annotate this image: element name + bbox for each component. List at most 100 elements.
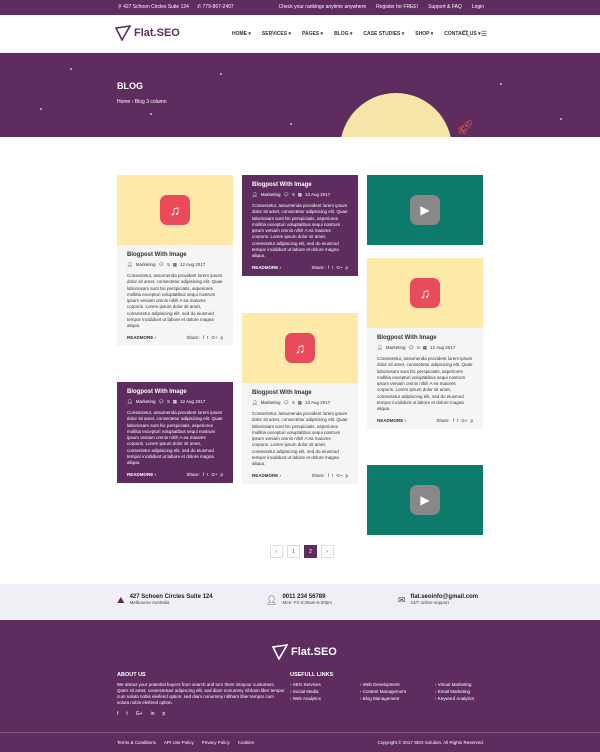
breadcrumb: Home › Blog 3 column bbox=[117, 99, 167, 105]
footer-link[interactable]: › Email Marketing bbox=[435, 689, 485, 694]
blog-card: ▶ bbox=[367, 465, 483, 535]
card-image[interactable]: ▶ bbox=[367, 175, 483, 245]
footer-cookies-link[interactable]: Cookies bbox=[238, 740, 254, 745]
googleplus-icon[interactable]: G+ bbox=[211, 335, 217, 340]
readmore-link[interactable]: READMORE › bbox=[252, 265, 281, 270]
facebook-icon[interactable]: f bbox=[328, 473, 329, 478]
pinterest-icon[interactable]: p bbox=[345, 473, 348, 478]
card-title[interactable]: Blogpost With Image bbox=[127, 389, 223, 395]
topbar-link-login[interactable]: Login bbox=[472, 4, 484, 10]
topbar-link-support[interactable]: Support & FAQ bbox=[428, 4, 462, 10]
footer-link[interactable]: › Blog Management bbox=[360, 696, 435, 701]
nav-blog[interactable]: BLOG ▾ bbox=[334, 31, 352, 37]
footer-api-link[interactable]: API Use Policy bbox=[164, 740, 194, 745]
footer-link[interactable]: › Web Development bbox=[360, 682, 435, 687]
footer-link[interactable]: › Virtual Marketing bbox=[435, 682, 485, 687]
copyright: Copyright © 2017 SEO Solution. All Right… bbox=[377, 740, 484, 745]
pagination-page-1[interactable]: 1 bbox=[287, 545, 300, 558]
card-image[interactable]: ♫ bbox=[117, 175, 233, 245]
card-image[interactable]: ▶ bbox=[367, 465, 483, 535]
nav-home[interactable]: HOME ▾ bbox=[232, 31, 251, 37]
footer-links: USEFULL LINKS › SEO Services › Web Devel… bbox=[290, 672, 485, 701]
card-title[interactable]: Blogpost With Image bbox=[252, 390, 348, 396]
footer-link[interactable]: › Keyword Analytics bbox=[435, 696, 485, 701]
topbar-link-register[interactable]: Register for FREE! bbox=[376, 4, 418, 10]
nav-case-studies[interactable]: CASE STUDIES ▾ bbox=[363, 31, 404, 37]
card-meta: 👤︎ Marketing 💬︎ 5 ▦ 12 Aug 2017 bbox=[252, 400, 331, 405]
user-icon: 👤︎ bbox=[127, 399, 133, 404]
calendar-icon: ▦ bbox=[422, 345, 427, 350]
readmore-link[interactable]: READMORE › bbox=[252, 473, 281, 478]
card-excerpt: Consectetur, assumenda provident lorem i… bbox=[252, 411, 348, 467]
footer-logo[interactable]: Flat.SEO bbox=[272, 644, 337, 660]
pagination-next[interactable]: › bbox=[321, 545, 334, 558]
footer-about-text: We attract your potential buyers from se… bbox=[117, 682, 285, 705]
pagination-prev[interactable]: ‹ bbox=[270, 545, 283, 558]
card-title[interactable]: Blogpost With Image bbox=[377, 335, 473, 341]
linkedin-icon[interactable]: in bbox=[151, 711, 155, 717]
footer-privacy-link[interactable]: Privacy Policy bbox=[202, 740, 230, 745]
site-logo[interactable]: Flat.SEO bbox=[115, 25, 180, 41]
twitter-icon[interactable]: t bbox=[126, 711, 127, 717]
readmore-link[interactable]: READMORE › bbox=[127, 335, 156, 340]
facebook-icon[interactable]: f bbox=[203, 472, 204, 477]
nav-shop[interactable]: SHOP ▾ bbox=[415, 31, 433, 37]
footer-terms-link[interactable]: Terms & Conditions bbox=[117, 740, 156, 745]
footer-about-title: ABOUT US bbox=[117, 672, 146, 678]
card-title[interactable]: Blogpost With Image bbox=[127, 252, 223, 258]
twitter-icon[interactable]: t bbox=[457, 418, 458, 423]
googleplus-icon[interactable]: G+ bbox=[336, 473, 342, 478]
comment-icon: 💬︎ bbox=[283, 192, 290, 197]
main-header: Flat.SEO HOME ▾ SERVICES ▾ PAGES ▾ BLOG … bbox=[0, 15, 600, 53]
twitter-icon[interactable]: t bbox=[332, 473, 333, 478]
footer-link[interactable]: › Social Media bbox=[290, 689, 360, 694]
breadcrumb-home[interactable]: Home bbox=[117, 99, 130, 105]
topbar-link-rankings[interactable]: Check your rankings anytime anywhere bbox=[279, 4, 367, 10]
twitter-icon[interactable]: t bbox=[207, 335, 208, 340]
pagination-page-2[interactable]: 2 bbox=[304, 545, 317, 558]
calendar-icon: ▦ bbox=[297, 400, 302, 405]
card-meta: 👤︎ Marketing 💬︎ 5 ▦ 12 Aug 2017 bbox=[377, 345, 456, 350]
top-bar: ⚲ 427 Schoen Circles Suite 124 ✆ 779-867… bbox=[0, 0, 600, 15]
card-image[interactable]: ♫ bbox=[367, 258, 483, 328]
topbar-phone: ✆ 779-867-2407 bbox=[196, 4, 234, 10]
pinterest-icon[interactable]: p bbox=[220, 335, 223, 340]
facebook-icon[interactable]: f bbox=[117, 711, 118, 717]
nav-pages[interactable]: PAGES ▾ bbox=[302, 31, 323, 37]
readmore-link[interactable]: READMORE › bbox=[127, 472, 156, 477]
twitter-icon[interactable]: t bbox=[332, 265, 333, 270]
pinterest-icon[interactable]: p bbox=[220, 472, 223, 477]
googleplus-icon[interactable]: G+ bbox=[461, 418, 467, 423]
pinterest-icon[interactable]: p bbox=[470, 418, 473, 423]
facebook-icon[interactable]: f bbox=[203, 335, 204, 340]
footer-link[interactable]: › Content Management bbox=[360, 689, 435, 694]
map-icon: ⛰ bbox=[117, 595, 125, 605]
readmore-link[interactable]: READMORE › bbox=[377, 418, 406, 423]
nav-services[interactable]: SERVICES ▾ bbox=[262, 31, 291, 37]
search-icon[interactable]: 🔍︎ bbox=[462, 30, 471, 38]
music-icon: ♫ bbox=[160, 195, 190, 225]
menu-icon[interactable]: ☰ bbox=[481, 30, 487, 38]
moon-illustration bbox=[340, 93, 452, 137]
card-title[interactable]: Blogpost With Image bbox=[252, 182, 348, 188]
blog-card: ▶ bbox=[367, 175, 483, 245]
person-icon: 👤︎ bbox=[266, 595, 278, 605]
googleplus-icon[interactable]: G+ bbox=[336, 265, 342, 270]
topbar-address: ⚲ 427 Schoen Circles Suite 124 bbox=[118, 4, 189, 10]
video-play-icon: ▶ bbox=[410, 195, 440, 225]
footer-link[interactable]: › SEO Services bbox=[290, 682, 360, 687]
logo-icon bbox=[272, 644, 288, 660]
logo-icon bbox=[115, 25, 131, 41]
pinterest-icon[interactable]: p bbox=[345, 265, 348, 270]
facebook-icon[interactable]: f bbox=[453, 418, 454, 423]
page-hero: 🚀︎ BLOG Home › Blog 3 column bbox=[0, 53, 600, 137]
googleplus-icon[interactable]: G+ bbox=[211, 472, 217, 477]
pinterest-icon[interactable]: p bbox=[163, 711, 166, 717]
card-image[interactable]: ♫ bbox=[242, 313, 358, 383]
site-footer: Flat.SEO ABOUT US We attract your potent… bbox=[0, 620, 600, 752]
twitter-icon[interactable]: t bbox=[207, 472, 208, 477]
footer-link[interactable]: › Web Analytics bbox=[290, 696, 360, 701]
googleplus-icon[interactable]: G+ bbox=[136, 711, 143, 717]
facebook-icon[interactable]: f bbox=[328, 265, 329, 270]
comment-icon: 💬︎ bbox=[283, 400, 290, 405]
